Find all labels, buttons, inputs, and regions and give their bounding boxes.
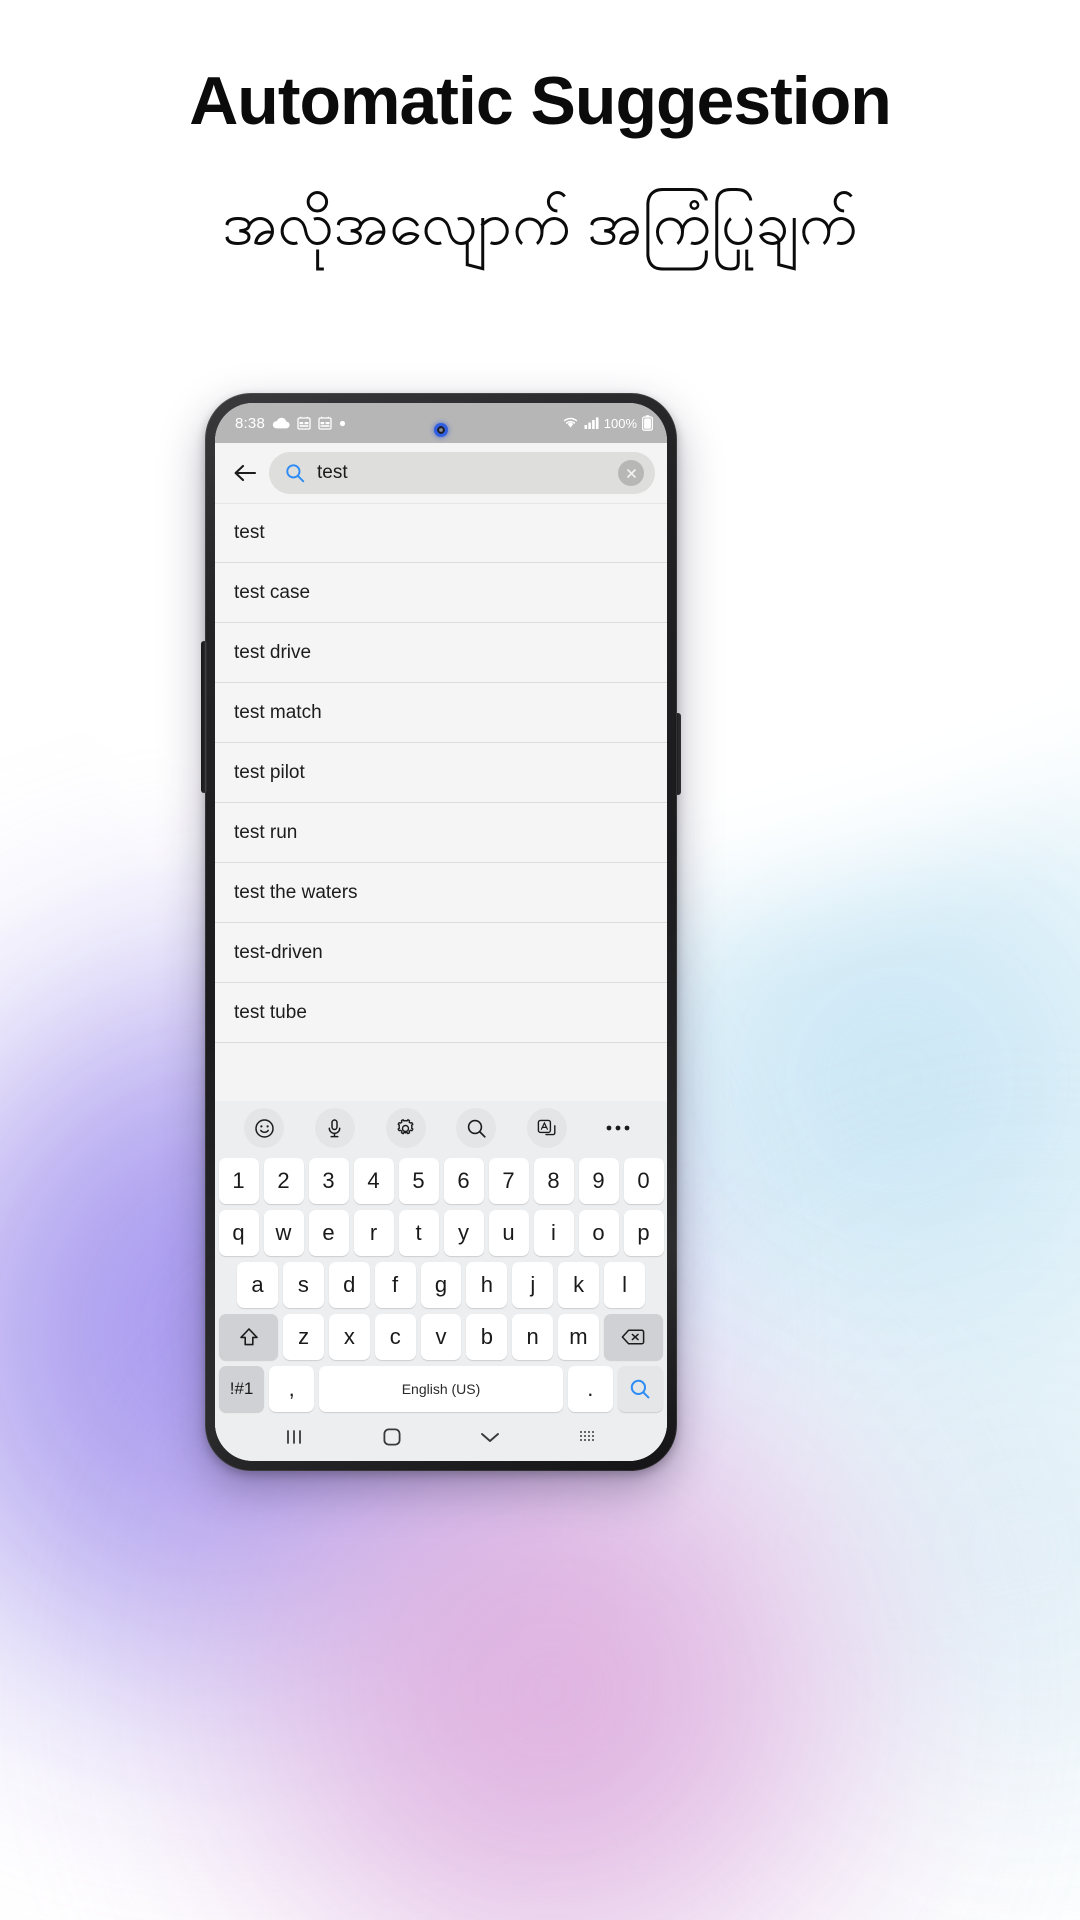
key-o[interactable]: o xyxy=(578,1210,619,1256)
battery-percentage: 100% xyxy=(603,415,637,431)
more-icon[interactable] xyxy=(598,1108,638,1148)
power-button[interactable] xyxy=(675,713,681,795)
keyboard-toolbar xyxy=(215,1101,667,1155)
key-y[interactable]: y xyxy=(443,1210,484,1256)
list-item[interactable]: test match xyxy=(215,683,667,743)
keyboard-row-top: q w e r t y u i o p xyxy=(215,1207,667,1259)
key-3[interactable]: 3 xyxy=(308,1158,349,1204)
collapse-keyboard-icon[interactable] xyxy=(465,1422,515,1452)
key-a[interactable]: a xyxy=(237,1262,278,1308)
key-9[interactable]: 9 xyxy=(578,1158,619,1204)
recents-icon[interactable] xyxy=(269,1422,319,1452)
key-t[interactable]: t xyxy=(398,1210,439,1256)
key-e[interactable]: e xyxy=(308,1210,349,1256)
navigation-bar xyxy=(215,1415,667,1459)
clear-search-button[interactable] xyxy=(618,460,644,486)
key-i[interactable]: i xyxy=(533,1210,574,1256)
period-key[interactable]: . xyxy=(567,1366,613,1412)
search-icon xyxy=(285,463,305,483)
key-l[interactable]: l xyxy=(604,1262,646,1308)
home-icon[interactable] xyxy=(367,1422,417,1452)
list-item[interactable]: test pilot xyxy=(215,743,667,803)
phone-mockup: 8:38 100% test test test case test drive… xyxy=(201,393,681,1471)
key-4[interactable]: 4 xyxy=(353,1158,394,1204)
list-item[interactable]: test drive xyxy=(215,623,667,683)
key-6[interactable]: 6 xyxy=(443,1158,484,1204)
space-key[interactable]: English (US) xyxy=(319,1366,563,1412)
page-title-burmese: အလိုအလျောက် အကြံပြုချက် xyxy=(222,189,858,257)
key-r[interactable]: r xyxy=(353,1210,394,1256)
key-2[interactable]: 2 xyxy=(263,1158,304,1204)
key-c[interactable]: c xyxy=(374,1314,416,1360)
key-q[interactable]: q xyxy=(218,1210,259,1256)
key-m[interactable]: m xyxy=(558,1314,599,1360)
backspace-key[interactable] xyxy=(603,1314,664,1360)
key-f[interactable]: f xyxy=(374,1262,416,1308)
page-title-english: Automatic Suggestion xyxy=(189,63,892,139)
key-8[interactable]: 8 xyxy=(533,1158,574,1204)
cloud-icon xyxy=(272,416,290,430)
search-bar: test xyxy=(215,443,667,503)
search-input[interactable]: test xyxy=(269,452,655,494)
key-w[interactable]: w xyxy=(263,1210,304,1256)
header: Automatic Suggestion အလိုအလျောက် အကြံပြု… xyxy=(0,0,1080,264)
suggestion-list: test test case test drive test match tes… xyxy=(215,503,667,1043)
key-g[interactable]: g xyxy=(420,1262,462,1308)
key-k[interactable]: k xyxy=(558,1262,600,1308)
symbols-key[interactable]: !#1 xyxy=(219,1366,265,1412)
list-item[interactable]: test the waters xyxy=(215,863,667,923)
enter-search-key[interactable] xyxy=(617,1366,664,1412)
list-item[interactable]: test case xyxy=(215,563,667,623)
battery-icon xyxy=(642,415,653,431)
key-1[interactable]: 1 xyxy=(218,1158,259,1204)
key-7[interactable]: 7 xyxy=(488,1158,529,1204)
list-item[interactable]: test run xyxy=(215,803,667,863)
key-x[interactable]: x xyxy=(328,1314,370,1360)
search-input-value: test xyxy=(317,462,348,483)
key-v[interactable]: v xyxy=(420,1314,462,1360)
signal-icon xyxy=(584,416,599,430)
key-d[interactable]: d xyxy=(328,1262,370,1308)
status-clock: 8:38 xyxy=(235,414,265,432)
key-s[interactable]: s xyxy=(282,1262,324,1308)
shift-key[interactable] xyxy=(218,1314,279,1360)
comma-key[interactable]: , xyxy=(269,1366,315,1412)
back-arrow-icon xyxy=(233,463,257,483)
search-icon[interactable] xyxy=(456,1108,497,1148)
key-b[interactable]: b xyxy=(466,1314,508,1360)
microphone-icon[interactable] xyxy=(314,1108,355,1148)
list-item[interactable]: test xyxy=(215,503,667,563)
keyboard-row-function: !#1 , English (US) . xyxy=(215,1363,667,1415)
front-camera-icon xyxy=(434,423,448,437)
gear-icon[interactable] xyxy=(385,1108,426,1148)
list-item[interactable]: test tube xyxy=(215,983,667,1043)
key-j[interactable]: j xyxy=(512,1262,554,1308)
dot-icon xyxy=(339,420,346,427)
key-u[interactable]: u xyxy=(488,1210,529,1256)
key-p[interactable]: p xyxy=(623,1210,664,1256)
back-button[interactable] xyxy=(225,453,265,493)
wifi-icon xyxy=(562,416,579,430)
volume-button[interactable] xyxy=(201,641,207,793)
list-item[interactable]: test-driven xyxy=(215,923,667,983)
calendar-icon xyxy=(318,416,332,430)
translate-icon[interactable] xyxy=(526,1108,567,1148)
emoji-icon[interactable] xyxy=(244,1108,285,1148)
key-0[interactable]: 0 xyxy=(623,1158,664,1204)
phone-screen: 8:38 100% test test test case test drive… xyxy=(215,403,667,1461)
keyboard-switch-icon[interactable] xyxy=(563,1422,613,1452)
key-n[interactable]: n xyxy=(512,1314,554,1360)
keyboard-row-bottom-letters: z x c v b n m xyxy=(215,1311,667,1363)
key-h[interactable]: h xyxy=(466,1262,508,1308)
keyboard: 1 2 3 4 5 6 7 8 9 0 q w e r t y u i o p … xyxy=(215,1101,667,1461)
calendar-icon xyxy=(297,416,311,430)
key-5[interactable]: 5 xyxy=(398,1158,439,1204)
keyboard-row-home: a s d f g h j k l xyxy=(215,1259,667,1311)
status-bar-left: 8:38 xyxy=(235,415,562,432)
status-bar-right: 100% xyxy=(562,415,653,431)
key-z[interactable]: z xyxy=(283,1314,324,1360)
keyboard-row-numbers: 1 2 3 4 5 6 7 8 9 0 xyxy=(215,1155,667,1207)
